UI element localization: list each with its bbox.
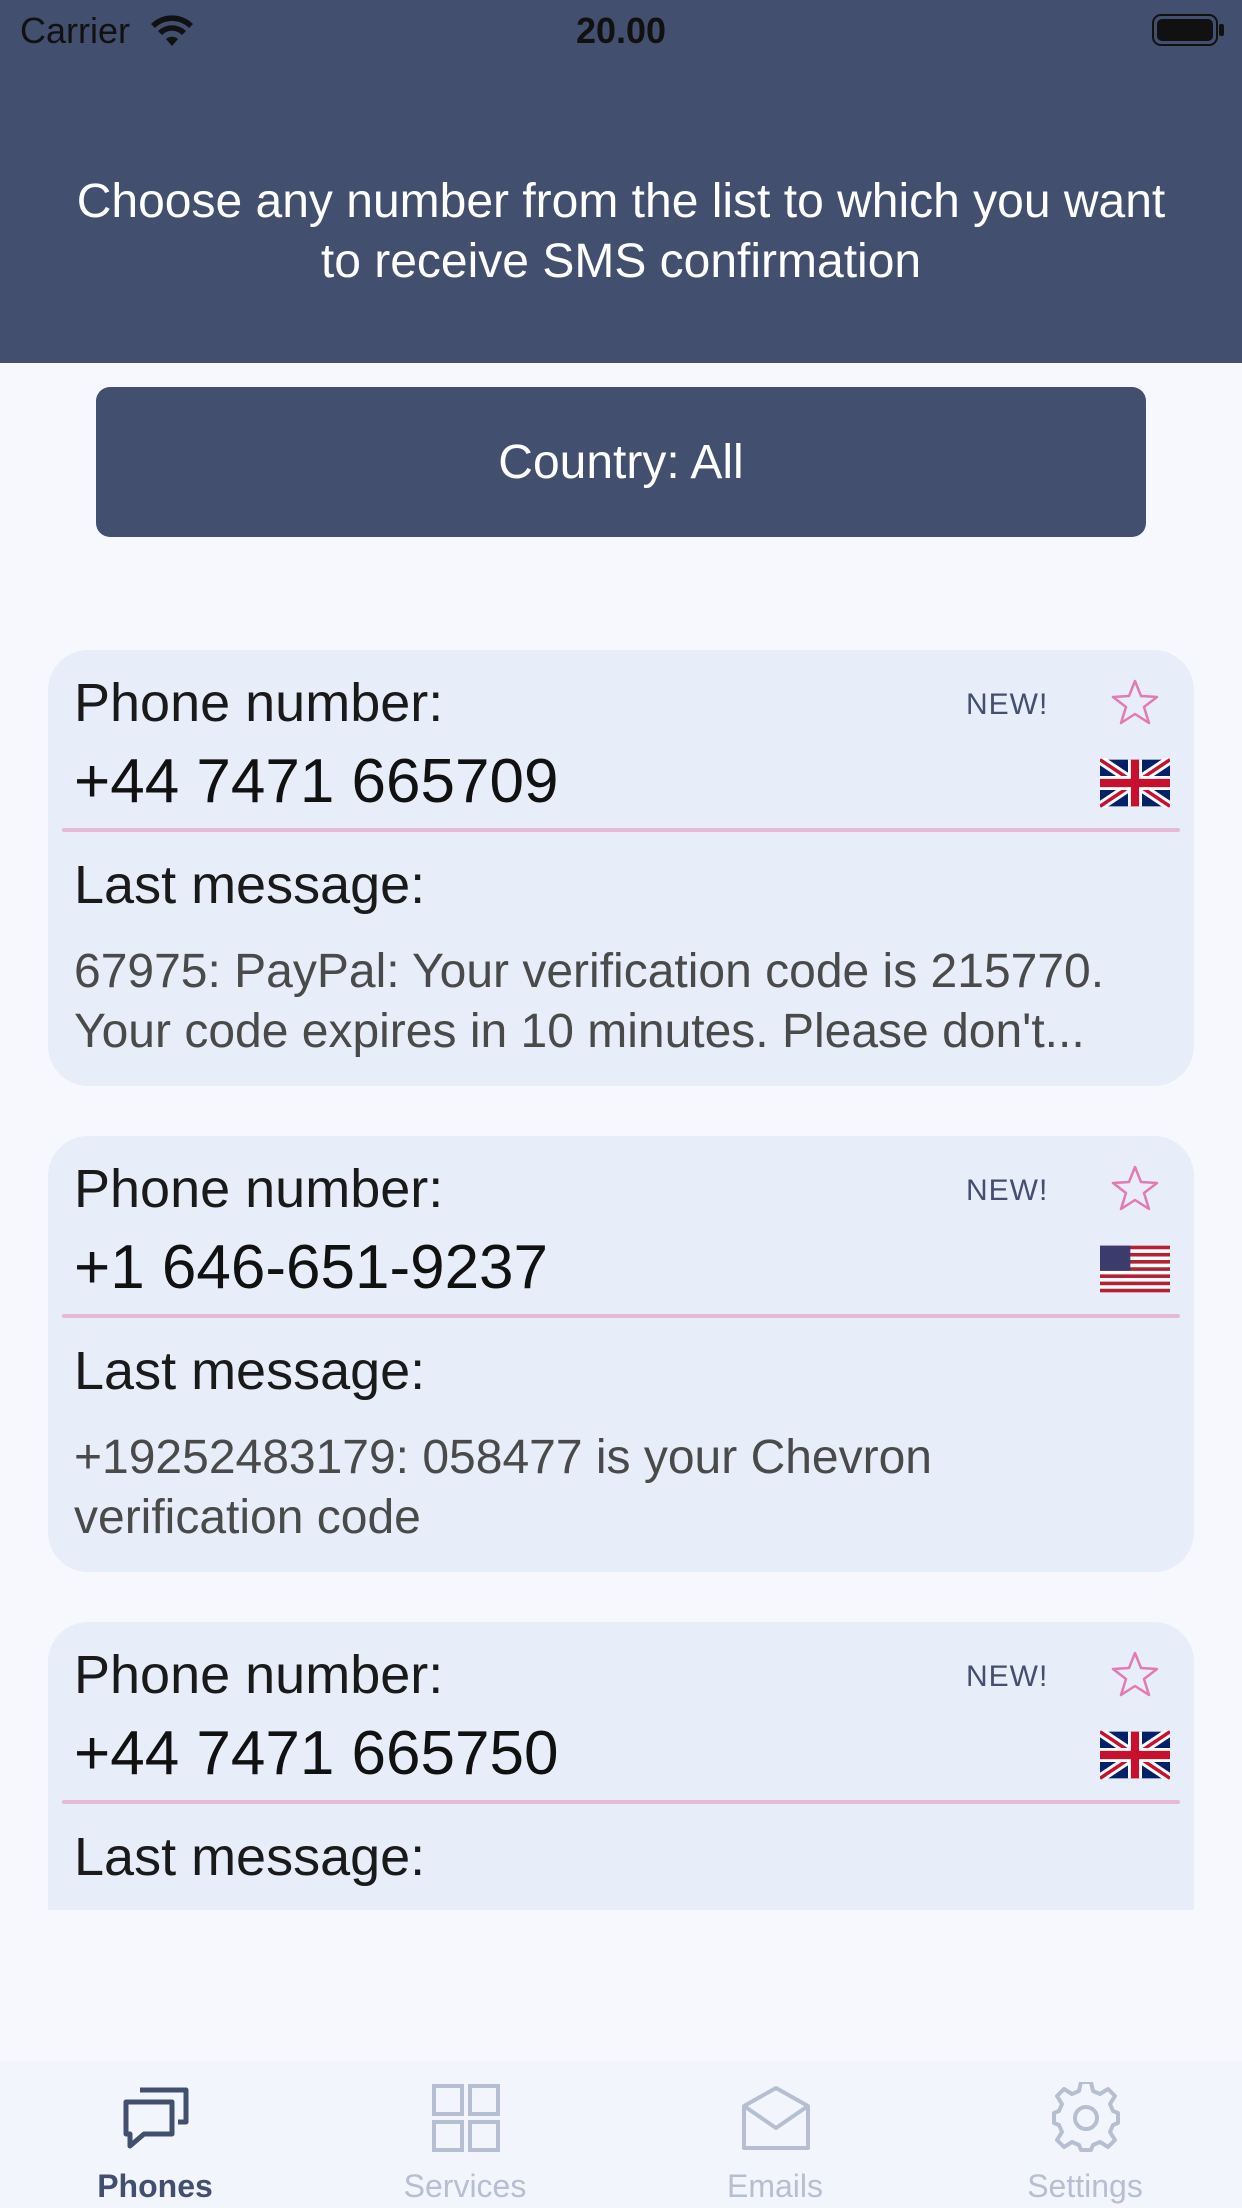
- last-message-label: Last message:: [74, 1827, 426, 1887]
- phone-list[interactable]: Phone number: +44 7471 665709 NEW! Last …: [0, 650, 1242, 1910]
- battery-icon: [1152, 14, 1224, 46]
- uk-flag-icon: [1100, 1730, 1170, 1780]
- new-badge: NEW!: [966, 1174, 1049, 1207]
- phone-card[interactable]: Phone number: +44 7471 665750 NEW! Last …: [48, 1622, 1194, 1910]
- tab-label: Services: [403, 2168, 527, 2204]
- phone-number: +44 7471 665709: [74, 747, 559, 816]
- phone-number-label: Phone number:: [74, 1159, 444, 1219]
- new-badge: NEW!: [966, 1660, 1049, 1693]
- tab-label: Phones: [97, 2168, 213, 2204]
- gear-icon: [1052, 2082, 1120, 2152]
- country-filter-label: Country: All: [498, 435, 744, 489]
- new-badge: NEW!: [966, 688, 1049, 721]
- star-icon[interactable]: [1110, 1650, 1160, 1700]
- star-icon[interactable]: [1110, 1164, 1160, 1214]
- clock: 20.00: [575, 10, 667, 51]
- phone-number-label: Phone number:: [74, 673, 444, 733]
- star-icon[interactable]: [1110, 678, 1160, 728]
- status-bar: Carrier 20.00: [0, 0, 1242, 64]
- tab-emails[interactable]: Emails: [620, 2062, 930, 2208]
- uk-flag-icon: [1100, 758, 1170, 808]
- phone-card[interactable]: Phone number: +44 7471 665709 NEW! Last …: [48, 650, 1194, 1086]
- country-filter-button[interactable]: Country: All: [96, 387, 1146, 537]
- tab-phones[interactable]: Phones: [0, 2062, 310, 2208]
- last-message-label: Last message:: [74, 1341, 426, 1401]
- phone-number: +1 646-651-9237: [74, 1233, 549, 1302]
- chat-bubbles-icon: [123, 2087, 189, 2149]
- last-message-text: +19252483179: 058477 is your Chevron ver…: [74, 1431, 932, 1544]
- tab-bar: Phones Services Emails Settings: [0, 2062, 1242, 2208]
- tab-label: Emails: [726, 2168, 823, 2204]
- page-title: Choose any number from the list to which…: [76, 175, 1166, 288]
- phone-number-label: Phone number:: [74, 1645, 444, 1705]
- divider: [62, 828, 1180, 832]
- header: Carrier 20.00 Choose any number from the…: [0, 0, 1242, 363]
- envelope-icon: [742, 2086, 810, 2150]
- tab-label: Settings: [1027, 2168, 1143, 2204]
- divider: [62, 1314, 1180, 1318]
- us-flag-icon: [1100, 1245, 1170, 1293]
- divider: [62, 1800, 1180, 1804]
- grid-icon: [432, 2084, 500, 2152]
- tab-services[interactable]: Services: [310, 2062, 620, 2208]
- last-message-text: 67975: PayPal: Your verification code is…: [74, 945, 1105, 1058]
- last-message-label: Last message:: [74, 855, 426, 915]
- tab-settings[interactable]: Settings: [930, 2062, 1240, 2208]
- phone-number: +44 7471 665750: [74, 1719, 559, 1788]
- phone-card[interactable]: Phone number: +1 646-651-9237 NEW! Last …: [48, 1136, 1194, 1572]
